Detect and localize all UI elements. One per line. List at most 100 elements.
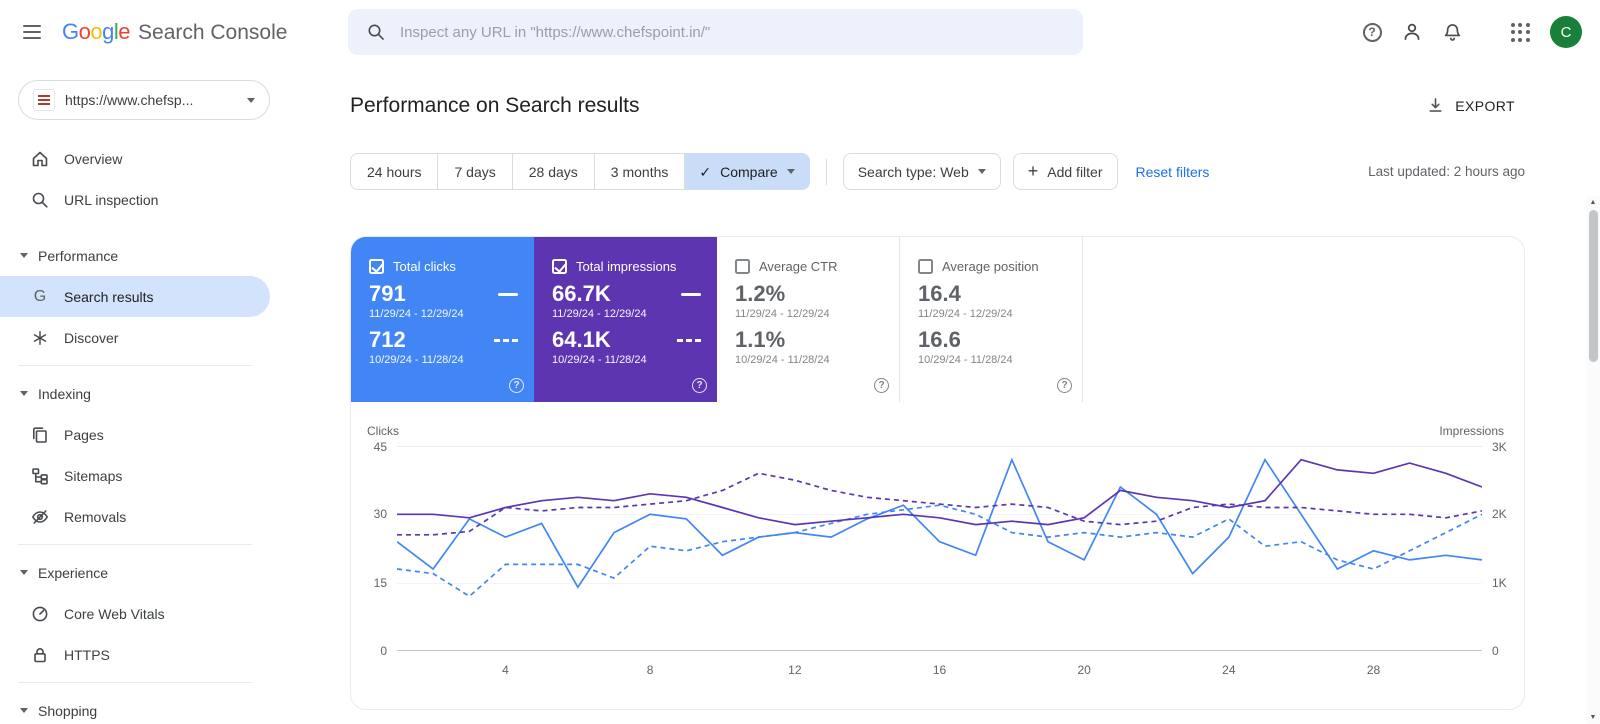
metric-card-average-position[interactable]: Average position 16.4 11/29/24 - 12/29/2…	[900, 237, 1083, 402]
sidebar-item-label: HTTPS	[64, 646, 110, 663]
lock-icon	[30, 645, 50, 665]
add-filter-button[interactable]: + Add filter	[1012, 153, 1118, 190]
search-input[interactable]	[400, 23, 1065, 41]
chevron-down-icon	[20, 391, 28, 396]
help-icon[interactable]: ?	[509, 378, 524, 393]
help-icon[interactable]: ?	[1057, 378, 1072, 393]
property-selector[interactable]: https://www.chefsp...	[18, 80, 270, 120]
sidebar-item-search-results[interactable]: G Search results	[0, 276, 270, 317]
add-filter-label: Add filter	[1047, 163, 1103, 180]
sidebar-section-shopping[interactable]: Shopping	[0, 690, 270, 724]
sidebar-item-https[interactable]: HTTPS	[0, 634, 270, 675]
sidebar-section-experience[interactable]: Experience	[0, 552, 270, 593]
help-button[interactable]: ?	[1352, 12, 1392, 52]
sidebar-item-url-inspection[interactable]: URL inspection	[0, 179, 270, 220]
performance-chart[interactable]: Clicks Impressions 45 30 15 0 3K 2K 1K 0…	[351, 402, 1524, 709]
performance-chart-svg	[397, 446, 1482, 651]
scrollbar-thumb[interactable]	[1588, 210, 1598, 362]
date-range-7-days[interactable]: 7 days	[438, 153, 513, 190]
hamburger-menu-icon[interactable]	[12, 12, 52, 52]
export-label: EXPORT	[1455, 97, 1515, 114]
speed-gauge-icon	[30, 604, 50, 624]
date-range-28-days[interactable]: 28 days	[512, 153, 595, 190]
x-axis-tick-label: 12	[788, 663, 802, 677]
metric-card-total-clicks[interactable]: Total clicks 791 11/29/24 - 12/29/24 712…	[351, 237, 534, 402]
sidebar-item-sitemaps[interactable]: Sitemaps	[0, 455, 270, 496]
vertical-scrollbar[interactable]: ▲ ▼	[1586, 196, 1600, 724]
metric-value-current: 791	[369, 281, 406, 306]
metric-label: Total impressions	[576, 259, 677, 274]
metric-card-total-impressions[interactable]: Total impressions 66.7K 11/29/24 - 12/29…	[534, 237, 717, 402]
y-axis-tick-label: 30	[373, 507, 387, 522]
sidebar-nav: Overview URL inspection Performance G Se…	[0, 138, 270, 724]
solid-line-indicator	[681, 292, 701, 296]
property-label: https://www.chefsp...	[65, 92, 194, 108]
user-settings-icon	[1404, 23, 1420, 41]
pages-copy-icon	[30, 425, 50, 445]
sidebar-item-label: Pages	[64, 426, 104, 443]
total-impressions-checkbox[interactable]	[552, 259, 567, 274]
search-type-filter[interactable]: Search type: Web	[842, 153, 1001, 190]
sidebar: https://www.chefsp... Overview URL inspe…	[0, 64, 270, 724]
account-avatar[interactable]: C	[1550, 16, 1582, 48]
search-icon	[30, 190, 50, 210]
app-logo[interactable]: Google Search Console	[62, 19, 287, 45]
help-icon[interactable]: ?	[874, 378, 889, 393]
metric-cards-row: Total clicks 791 11/29/24 - 12/29/24 712…	[351, 237, 1524, 402]
metric-range-current: 11/29/24 - 12/29/24	[735, 308, 830, 320]
date-range-3-months[interactable]: 3 months	[594, 153, 686, 190]
metric-value-previous: 712	[369, 327, 406, 352]
url-inspect-searchbar[interactable]	[348, 9, 1083, 55]
compare-button[interactable]: ✓ Compare	[685, 153, 810, 190]
average-ctr-checkbox[interactable]	[735, 259, 750, 274]
user-settings-button[interactable]	[1392, 12, 1432, 52]
filter-bar: 24 hours 7 days 28 days 3 months ✓ Compa…	[350, 153, 1525, 190]
left-axis-title: Clicks	[367, 424, 399, 438]
metric-range-previous: 10/29/24 - 11/28/24	[735, 354, 830, 366]
total-clicks-checkbox[interactable]	[369, 259, 384, 274]
metric-range-previous: 10/29/24 - 11/28/24	[552, 354, 647, 366]
search-icon	[366, 22, 386, 42]
divider	[18, 682, 252, 683]
help-icon[interactable]: ?	[692, 378, 707, 393]
date-range-24-hours[interactable]: 24 hours	[350, 153, 439, 190]
sidebar-section-indexing[interactable]: Indexing	[0, 373, 270, 414]
metric-label: Average CTR	[759, 259, 838, 274]
discover-asterisk-icon	[30, 328, 50, 348]
sidebar-section-label: Experience	[38, 564, 109, 581]
sidebar-item-pages[interactable]: Pages	[0, 414, 270, 455]
y-axis-tick-label: 2K	[1492, 507, 1507, 522]
performance-panel: Total clicks 791 11/29/24 - 12/29/24 712…	[350, 236, 1525, 710]
average-position-checkbox[interactable]	[918, 259, 933, 274]
cards-spacer	[1083, 237, 1524, 402]
sidebar-item-label: Discover	[64, 329, 119, 346]
scroll-down-arrow[interactable]: ▼	[1590, 711, 1597, 723]
divider	[825, 158, 827, 185]
chevron-down-icon	[977, 169, 986, 174]
metric-card-average-ctr[interactable]: Average CTR 1.2% 11/29/24 - 12/29/24 1.1…	[717, 237, 900, 402]
sidebar-section-performance[interactable]: Performance	[0, 235, 270, 276]
notifications-button[interactable]	[1432, 12, 1472, 52]
y-axis-tick-label: 15	[373, 575, 387, 590]
x-axis-tick-label: 24	[1222, 663, 1236, 677]
google-apps-button[interactable]	[1500, 12, 1540, 52]
export-button[interactable]: EXPORT	[1416, 88, 1525, 123]
sidebar-item-discover[interactable]: Discover	[0, 317, 270, 358]
top-app-bar: Google Search Console ? C	[0, 0, 1600, 64]
sidebar-item-removals[interactable]: Removals	[0, 496, 270, 537]
sidebar-item-label: Core Web Vitals	[64, 605, 165, 622]
x-axis-tick-label: 28	[1366, 663, 1381, 677]
chart-plot-area[interactable]	[397, 446, 1482, 651]
metric-value-previous: 16.6	[918, 327, 961, 352]
chevron-down-icon	[20, 570, 28, 575]
y-axis-tick-label: 0	[380, 644, 387, 658]
sidebar-item-core-web-vitals[interactable]: Core Web Vitals	[0, 593, 270, 634]
scroll-up-arrow[interactable]: ▲	[1590, 196, 1597, 208]
chevron-down-icon	[247, 97, 255, 103]
reset-filters-link[interactable]: Reset filters	[1136, 164, 1210, 180]
dashed-line-indicator	[677, 338, 701, 342]
metric-value-previous: 1.1%	[735, 327, 786, 352]
sidebar-item-overview[interactable]: Overview	[0, 138, 270, 179]
x-axis-tick-label: 8	[646, 663, 654, 677]
y-axis-tick-label: 45	[373, 440, 387, 454]
